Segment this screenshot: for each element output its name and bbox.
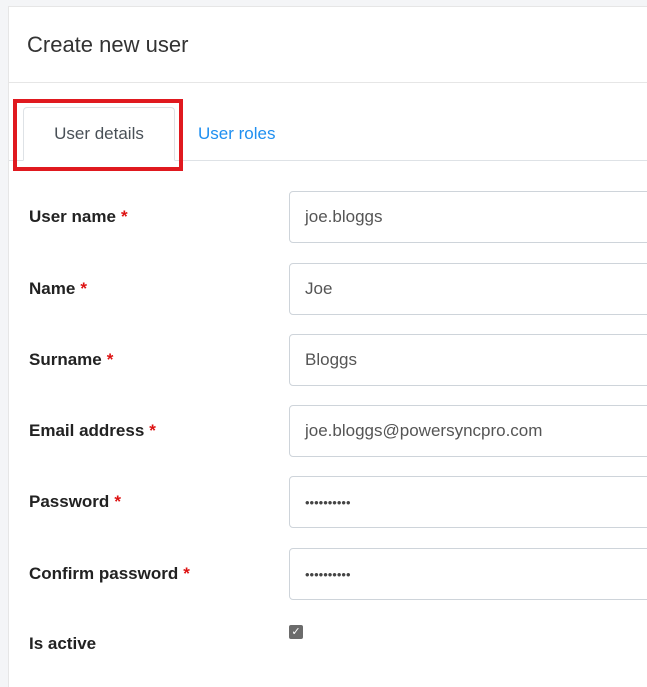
checkmark-icon: ✓ xyxy=(291,626,301,638)
form-row-is-active: Is active xyxy=(0,618,647,670)
email-label-text: Email address xyxy=(29,421,145,440)
required-marker: * xyxy=(80,279,87,298)
form-row-password: Password * •••••••••• xyxy=(0,476,647,528)
tab-bar: User details User roles xyxy=(9,83,647,171)
name-label-text: Name xyxy=(29,279,76,298)
username-label-text: User name xyxy=(29,207,116,226)
password-label-text: Password xyxy=(29,492,110,511)
required-marker: * xyxy=(149,421,156,440)
password-input[interactable]: •••••••••• xyxy=(289,476,647,528)
password-label: Password * xyxy=(29,476,121,528)
required-marker: * xyxy=(120,207,128,226)
required-marker: * xyxy=(183,564,190,583)
dialog-header: Create new user xyxy=(9,7,647,83)
form-row-username: User name * joe.bloggs xyxy=(0,191,647,243)
form-row-name: Name * Joe xyxy=(0,263,647,315)
name-label: Name * xyxy=(29,263,87,315)
email-input[interactable]: joe.bloggs@powersyncpro.com xyxy=(289,405,647,457)
form-row-confirm-password: Confirm password * •••••••••• xyxy=(0,548,647,600)
dialog-title: Create new user xyxy=(27,31,189,57)
confirm-password-label: Confirm password * xyxy=(29,548,190,600)
tab-user-details[interactable]: User details xyxy=(23,107,175,161)
required-marker: * xyxy=(114,492,121,511)
email-label: Email address * xyxy=(29,405,156,457)
is-active-label: Is active xyxy=(29,618,96,670)
confirm-password-label-text: Confirm password xyxy=(29,564,179,583)
username-label: User name * xyxy=(29,191,128,243)
is-active-checkbox[interactable]: ✓ xyxy=(289,625,303,639)
required-marker: * xyxy=(106,350,114,369)
surname-input[interactable]: Bloggs xyxy=(289,334,647,386)
tab-user-roles[interactable]: User roles xyxy=(198,107,275,161)
username-input[interactable]: joe.bloggs xyxy=(289,191,647,243)
is-active-label-text: Is active xyxy=(29,634,97,653)
surname-label-text: Surname xyxy=(29,350,102,369)
form-row-surname: Surname * Bloggs xyxy=(0,334,647,386)
name-input[interactable]: Joe xyxy=(289,263,647,315)
surname-label: Surname * xyxy=(29,334,113,386)
form-row-email: Email address * joe.bloggs@powersyncpro.c… xyxy=(0,405,647,457)
confirm-password-input[interactable]: •••••••••• xyxy=(289,548,647,600)
